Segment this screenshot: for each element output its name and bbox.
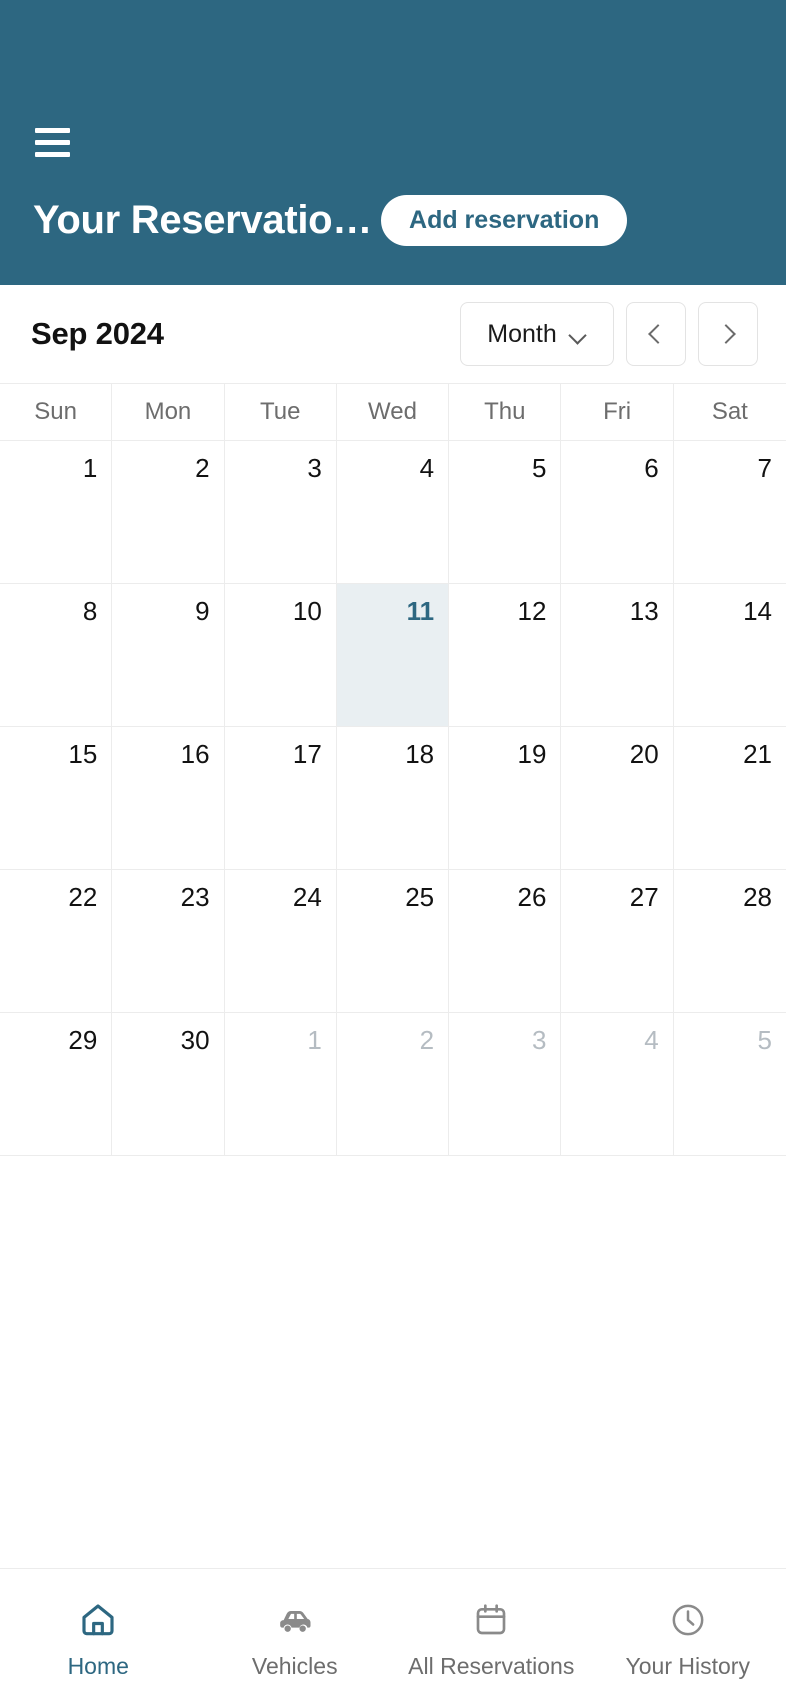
calendar-week-row: 22 23 24 25 26 27 28 <box>0 870 786 1013</box>
clock-icon <box>666 1600 710 1640</box>
weekday-header-sun: Sun <box>0 384 113 440</box>
calendar-day-cell[interactable]: 5 <box>449 441 562 583</box>
next-period-button[interactable] <box>698 302 758 366</box>
current-period-label: Sep 2024 <box>31 316 164 351</box>
calendar-day-cell[interactable]: 27 <box>561 870 674 1012</box>
calendar-day-cell[interactable]: 30 <box>112 1013 225 1155</box>
add-reservation-button[interactable]: Add reservation <box>381 195 628 246</box>
calendar-icon <box>469 1600 513 1640</box>
calendar-day-cell[interactable]: 16 <box>112 727 225 869</box>
calendar-weeks: 1 2 3 4 5 6 7 8 9 10 11 12 13 14 15 16 17 18 19 20 21 22 23 24 2… <box>0 441 786 1164</box>
calendar-day-cell[interactable]: 8 <box>0 584 113 726</box>
content-spacer <box>0 1164 786 1568</box>
calendar-week-row: 1234567 <box>0 441 786 584</box>
weekday-header-fri: Fri <box>561 384 674 440</box>
weekday-header-tue: Tue <box>225 384 337 440</box>
month-calendar: Sun Mon Tue Wed Thu Fri Sat 1 2 3 4 5 6 7 8 9 10 11 12 13 1… <box>0 383 786 1164</box>
calendar-day-cell[interactable]: 29 <box>0 1013 113 1155</box>
calendar-day-cell[interactable]: 9 <box>112 584 225 726</box>
previous-period-button[interactable] <box>626 302 686 366</box>
bottom-nav-item-home[interactable]: Home <box>0 1594 197 1680</box>
calendar-toolbar: Sep 2024 Month <box>0 285 786 383</box>
bottom-nav-label: Vehicles <box>251 1652 338 1679</box>
calendar-day-cell[interactable]: 22 <box>0 870 113 1012</box>
calendar-week-row: 8 9 10 11 12 13 14 <box>0 584 786 727</box>
header-title-row: Your Reservatio… Add reservation <box>33 193 758 248</box>
toolbar-controls: Month <box>460 302 758 366</box>
calendar-day-cell[interactable]: 5 <box>674 1013 786 1155</box>
calendar-day-cell[interactable]: 4 <box>337 441 450 583</box>
calendar-day-cell[interactable]: 2 <box>112 441 225 583</box>
calendar-day-cell[interactable]: 26 <box>449 870 562 1012</box>
calendar-day-cell[interactable]: 21 <box>674 727 786 869</box>
calendar-week-row: 29 30 1 2 3 4 5 <box>0 1013 786 1156</box>
chevron-left-icon <box>648 324 668 344</box>
weekday-header-thu: Thu <box>449 384 562 440</box>
hamburger-bar <box>35 152 70 157</box>
calendar-day-cell[interactable]: 17 <box>225 727 337 869</box>
calendar-day-cell[interactable]: 20 <box>561 727 674 869</box>
calendar-day-cell[interactable]: 25 <box>337 870 450 1012</box>
calendar-day-cell[interactable]: 1 <box>0 441 113 583</box>
weekday-header-mon: Mon <box>112 384 225 440</box>
calendar-day-cell[interactable]: 10 <box>225 584 337 726</box>
view-mode-select[interactable]: Month <box>460 302 614 366</box>
calendar-day-cell-today[interactable]: 11 <box>336 584 450 726</box>
bottom-nav-label: Your History <box>625 1652 750 1679</box>
calendar-day-cell[interactable]: 18 <box>337 727 450 869</box>
weekday-header-row: Sun Mon Tue Wed Thu Fri Sat <box>0 384 786 441</box>
calendar-day-cell[interactable]: 13 <box>561 584 674 726</box>
hamburger-bar <box>35 128 70 133</box>
calendar-day-cell[interactable]: 4 <box>561 1013 674 1155</box>
calendar-day-cell[interactable]: 23 <box>112 870 225 1012</box>
chevron-down-icon <box>569 329 587 339</box>
calendar-day-cell[interactable]: 19 <box>449 727 562 869</box>
calendar-day-cell[interactable]: 3 <box>449 1013 562 1155</box>
calendar-day-cell[interactable]: 7 <box>674 441 786 583</box>
bottom-nav-label: Home <box>67 1652 129 1679</box>
hamburger-menu-icon[interactable] <box>35 128 70 157</box>
page-title: Your Reservatio… <box>33 198 373 242</box>
car-icon <box>273 1600 317 1640</box>
bottom-navigation-bar: Home Vehicles All Reservations Your History <box>0 1568 786 1704</box>
calendar-day-cell[interactable]: 15 <box>0 727 113 869</box>
calendar-day-cell[interactable]: 28 <box>674 870 786 1012</box>
calendar-day-cell[interactable]: 14 <box>674 584 786 726</box>
calendar-day-cell[interactable]: 3 <box>225 441 337 583</box>
bottom-nav-label: All Reservations <box>408 1652 575 1679</box>
weekday-header-wed: Wed <box>337 384 450 440</box>
calendar-week-row: 15 16 17 18 19 20 21 <box>0 727 786 870</box>
calendar-day-cell[interactable]: 24 <box>225 870 337 1012</box>
weekday-header-sat: Sat <box>711 398 748 425</box>
bottom-nav-item-vehicles[interactable]: Vehicles <box>197 1594 394 1680</box>
hamburger-bar <box>35 140 70 145</box>
view-mode-value: Month <box>487 319 557 348</box>
calendar-day-cell[interactable]: 6 <box>561 441 674 583</box>
calendar-day-cell[interactable]: 12 <box>449 584 562 726</box>
app-header: Your Reservatio… Add reservation <box>0 0 786 285</box>
bottom-nav-item-your-history[interactable]: Your History <box>590 1594 786 1680</box>
home-icon <box>76 1600 120 1640</box>
bottom-nav-item-all-reservations[interactable]: All Reservations <box>393 1594 590 1680</box>
app-root: Your Reservatio… Add reservation Sep 202… <box>0 0 786 1704</box>
calendar-day-cell[interactable]: 2 <box>337 1013 450 1155</box>
chevron-right-icon <box>716 324 736 344</box>
calendar-day-cell[interactable]: 1 <box>225 1013 337 1155</box>
